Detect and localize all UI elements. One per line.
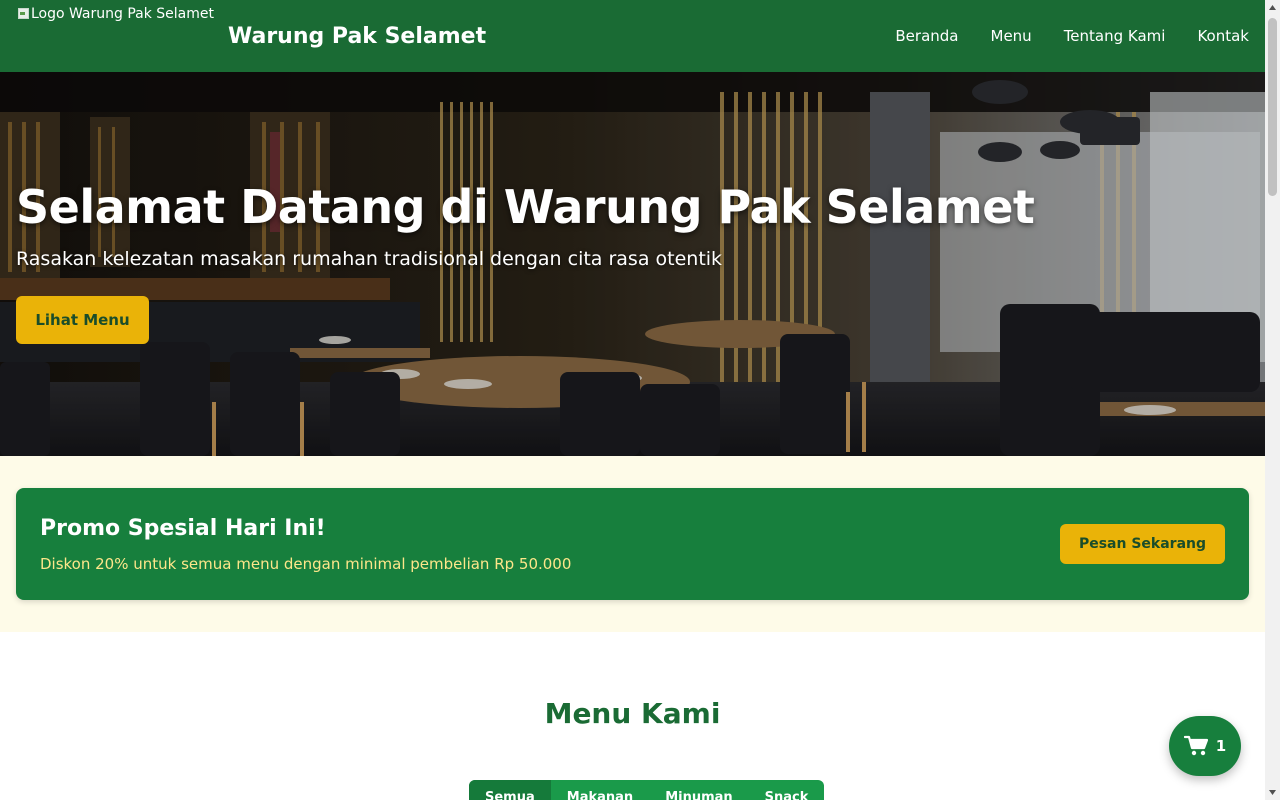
main-nav: Beranda Menu Tentang Kami Kontak — [895, 27, 1249, 45]
hero-title: Selamat Datang di Warung Pak Selamet — [16, 180, 1035, 234]
tab-makanan[interactable]: Makanan — [551, 780, 649, 800]
cart-count-badge: 1 — [1215, 737, 1227, 755]
scroll-up-arrow-icon[interactable] — [1265, 0, 1280, 15]
hero-section: Selamat Datang di Warung Pak Selamet Ras… — [0, 72, 1265, 456]
hero-content: Selamat Datang di Warung Pak Selamet Ras… — [16, 180, 1035, 344]
nav-link-tentang-kami[interactable]: Tentang Kami — [1064, 27, 1166, 45]
scroll-down-arrow-icon[interactable] — [1265, 785, 1280, 800]
site-header: Logo Warung Pak Selamet Warung Pak Selam… — [0, 0, 1265, 72]
promo-title: Promo Spesial Hari Ini! — [40, 516, 326, 541]
view-menu-button[interactable]: Lihat Menu — [16, 296, 149, 344]
menu-section-title: Menu Kami — [544, 697, 721, 730]
promo-section: Promo Spesial Hari Ini! Diskon 20% untuk… — [0, 456, 1265, 632]
promo-card: Promo Spesial Hari Ini! Diskon 20% untuk… — [16, 488, 1249, 600]
logo-image[interactable]: Logo Warung Pak Selamet — [16, 6, 214, 46]
cart-icon — [1183, 735, 1208, 756]
order-now-button[interactable]: Pesan Sekarang — [1060, 524, 1225, 564]
cart-button[interactable]: 1 — [1169, 716, 1241, 776]
brand-name[interactable]: Warung Pak Selamet — [228, 24, 486, 49]
scrollbar-thumb[interactable] — [1268, 18, 1277, 196]
menu-category-tabs: Semua Makanan Minuman Snack — [469, 780, 825, 800]
broken-image-icon — [16, 6, 30, 20]
nav-link-menu[interactable]: Menu — [991, 27, 1032, 45]
nav-link-kontak[interactable]: Kontak — [1197, 27, 1249, 45]
promo-description: Diskon 20% untuk semua menu dengan minim… — [40, 555, 572, 573]
tab-semua[interactable]: Semua — [469, 780, 551, 800]
page-scrollbar[interactable] — [1265, 0, 1280, 800]
tab-snack[interactable]: Snack — [749, 780, 825, 800]
tab-minuman[interactable]: Minuman — [649, 780, 748, 800]
logo-alt-text: Logo Warung Pak Selamet — [30, 6, 214, 22]
nav-link-beranda[interactable]: Beranda — [895, 27, 958, 45]
hero-subtitle: Rasakan kelezatan masakan rumahan tradis… — [16, 248, 723, 270]
